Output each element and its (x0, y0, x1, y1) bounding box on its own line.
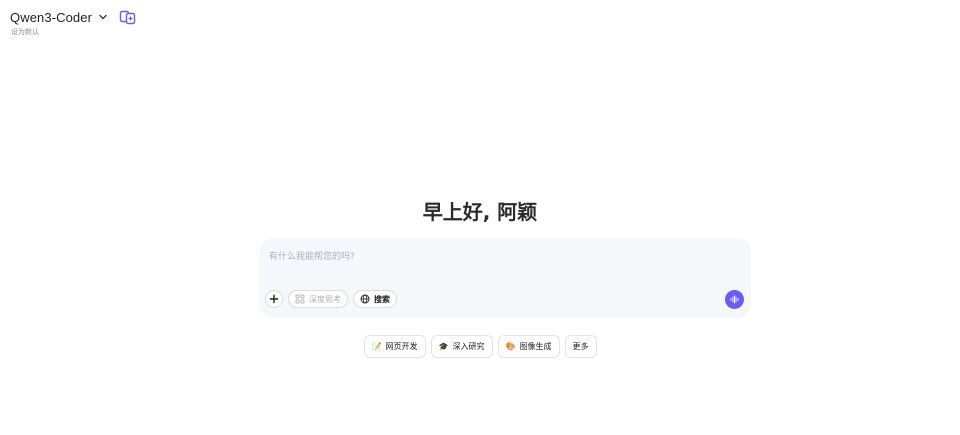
chip-label: 网页开发 (385, 342, 418, 351)
add-attachment-button[interactable] (265, 290, 283, 308)
chat-input-box[interactable]: 有什么我能帮您的吗? 深度思考 搜索 (259, 238, 751, 318)
chat-input-placeholder[interactable]: 有什么我能帮您的吗? (269, 249, 355, 262)
chat-home-page: Qwen3-Coder 设为默认 早上好, 阿颖 有什么我能帮您的吗? 深度思考… (0, 0, 960, 435)
chip-label: 更多 (572, 342, 589, 351)
search-label: 搜索 (374, 294, 390, 304)
deep-think-icon (295, 294, 305, 304)
palette-icon: 🎨 (505, 342, 516, 351)
globe-icon (360, 294, 370, 304)
chip-more[interactable]: 更多 (564, 335, 597, 358)
search-button[interactable]: 搜索 (353, 290, 397, 308)
deep-think-label: 深度思考 (309, 294, 341, 304)
chip-image-gen[interactable]: 🎨 图像生成 (497, 335, 560, 358)
memo-icon: 📝 (371, 342, 382, 351)
chip-label: 深入研究 (452, 342, 485, 351)
chat-toolbar: 深度思考 搜索 (265, 290, 397, 308)
voice-input-button[interactable] (725, 290, 744, 309)
set-default-link[interactable]: 设为默认 (11, 27, 39, 37)
graduation-cap-icon: 🎓 (438, 342, 449, 351)
deep-think-button[interactable]: 深度思考 (288, 290, 348, 308)
chevron-down-icon[interactable] (98, 12, 108, 22)
model-name[interactable]: Qwen3-Coder (10, 10, 92, 25)
model-selector[interactable]: Qwen3-Coder (10, 8, 136, 26)
greeting-title: 早上好, 阿颖 (422, 200, 538, 224)
suggestion-chips: 📝 网页开发 🎓 深入研究 🎨 图像生成 更多 (0, 335, 960, 358)
model-compare-icon[interactable] (118, 8, 136, 26)
plus-icon (269, 294, 279, 304)
chip-web-dev[interactable]: 📝 网页开发 (363, 335, 426, 358)
chip-label: 图像生成 (519, 342, 552, 351)
voice-wave-icon (729, 294, 740, 305)
chip-deep-research[interactable]: 🎓 深入研究 (430, 335, 493, 358)
